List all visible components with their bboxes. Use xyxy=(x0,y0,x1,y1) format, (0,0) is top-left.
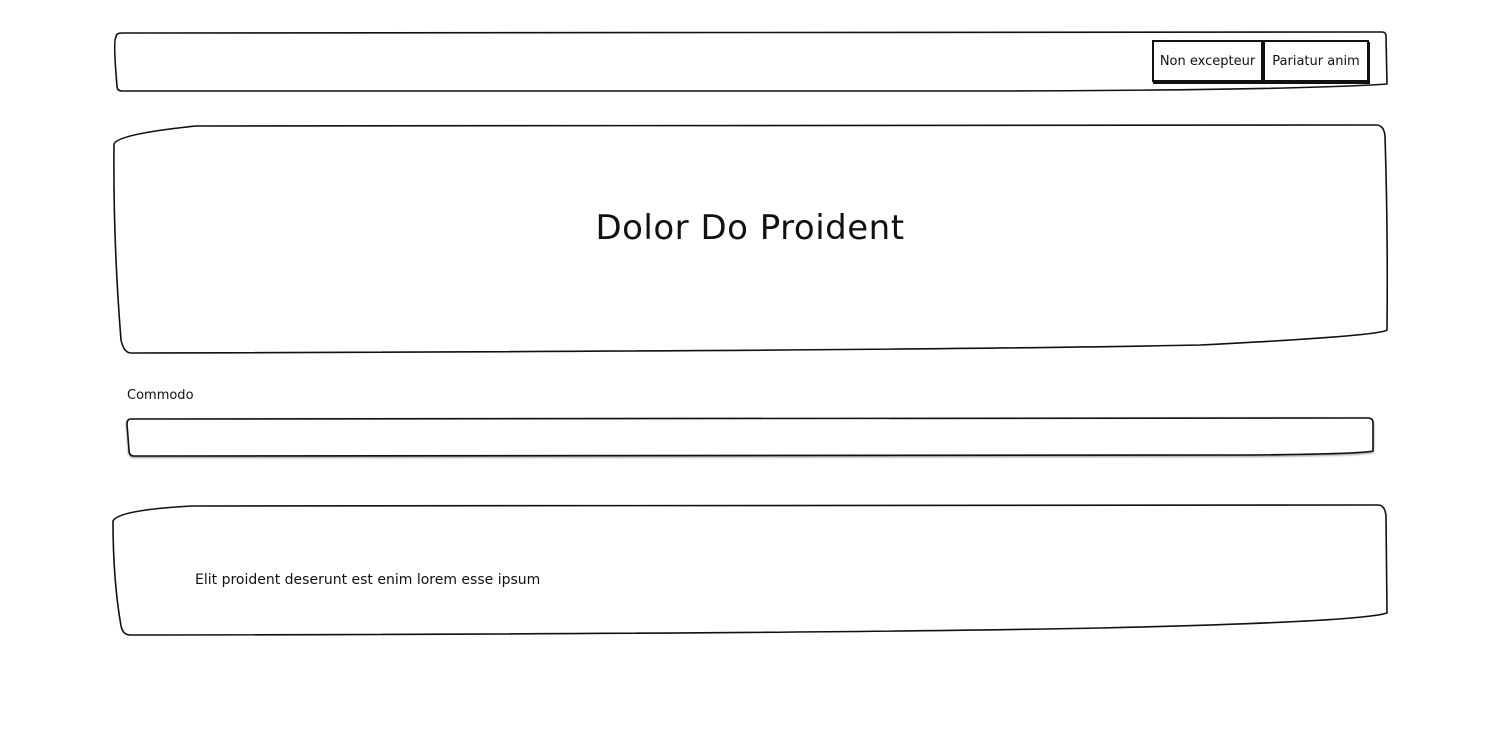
commodo-field-label: Commodo xyxy=(127,388,194,403)
hero-title: Dolor Do Proident xyxy=(595,208,905,248)
pariatur-anim-button[interactable]: Pariatur anim xyxy=(1263,40,1369,82)
content-text: Elit proident deserunt est enim lorem es… xyxy=(195,572,541,588)
header-bar xyxy=(112,31,1389,636)
content-frame xyxy=(112,504,1388,636)
commodo-input[interactable] xyxy=(128,419,1373,455)
header-nav: Non excepteur Pariatur anim xyxy=(1152,40,1369,82)
non-excepteur-button[interactable]: Non excepteur xyxy=(1152,40,1263,82)
